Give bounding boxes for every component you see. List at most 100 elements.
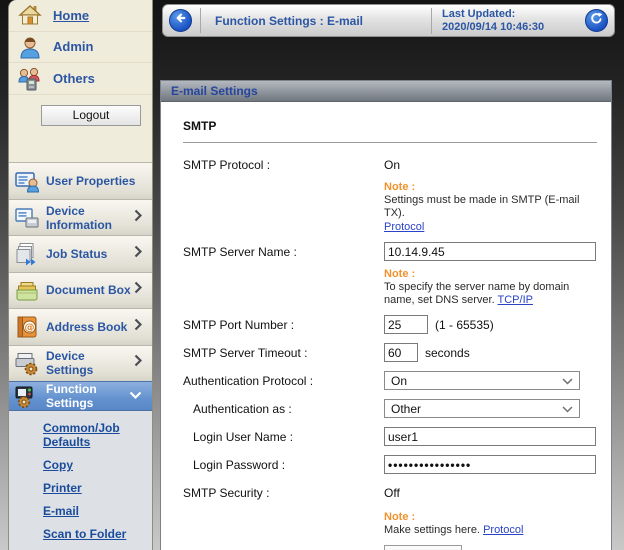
sidebar-item-document-box[interactable]: Document Box <box>9 272 152 308</box>
smtp-section-title: SMTP <box>183 119 597 133</box>
auth-as-select[interactable]: Other <box>384 399 580 418</box>
select-chevron-down-icon <box>562 374 573 388</box>
sidebar: Home Admin Others Logout <box>8 0 153 550</box>
submenu-item-common-job-defaults[interactable]: Common/Job Defaults <box>43 421 148 449</box>
auth-protocol-selected-value: On <box>391 374 407 388</box>
note-text: To specify the server name by domain nam… <box>384 281 569 306</box>
home-link[interactable]: Home <box>53 8 89 23</box>
auth-as-row: Authentication as : Other <box>183 399 597 418</box>
user-properties-icon <box>14 168 40 194</box>
note-title: Note : <box>384 181 597 194</box>
svg-text:@: @ <box>25 322 35 333</box>
others-icon <box>17 66 43 92</box>
login-user-label: Login User Name : <box>183 430 384 444</box>
auth-as-selected-value: Other <box>391 402 421 416</box>
smtp-timeout-unit: seconds <box>425 346 470 360</box>
page-title: Function Settings : E-mail <box>201 14 431 28</box>
top-header-bar: Function Settings : E-mail Last Updated:… <box>162 4 615 37</box>
chevron-right-icon <box>134 245 146 263</box>
chevron-right-icon <box>134 354 146 372</box>
document-box-icon <box>14 277 40 303</box>
last-updated-label: Last Updated: <box>442 8 583 21</box>
smtp-protocol-value: On <box>384 158 400 172</box>
login-user-input[interactable] <box>384 427 596 446</box>
sidebar-item-home[interactable]: Home <box>9 0 152 32</box>
smtp-settings-form: SMTP SMTP Protocol : On Note : Settings … <box>161 102 611 550</box>
refresh-icon <box>589 11 604 31</box>
smtp-security-note: Note : Make settings here. Protocol <box>183 511 597 537</box>
smtp-security-label: SMTP Security : <box>183 486 384 500</box>
logout-button[interactable]: Logout <box>41 105 141 126</box>
protocol-link[interactable]: Protocol <box>384 221 424 234</box>
device-settings-icon <box>14 350 40 376</box>
smtp-port-label: SMTP Port Number : <box>183 318 384 332</box>
smtp-timeout-input[interactable] <box>384 343 418 362</box>
menu-label: Address Book <box>46 320 127 334</box>
note-text: Settings must be made in SMTP (E-mail TX… <box>384 194 579 219</box>
home-icon <box>17 2 43 28</box>
login-user-row: Login User Name : <box>183 427 597 446</box>
smtp-port-range-hint: (1 - 65535) <box>435 318 494 332</box>
back-arrow-icon <box>173 10 189 31</box>
smtp-timeout-row: SMTP Server Timeout : seconds <box>183 343 597 362</box>
sidebar-item-address-book[interactable]: @ Address Book <box>9 308 152 344</box>
note-text: Make settings here. <box>384 524 480 536</box>
sidebar-item-job-status[interactable]: Job Status <box>9 235 152 271</box>
others-link[interactable]: Others <box>53 71 95 86</box>
submenu-item-email[interactable]: E-mail <box>43 504 148 518</box>
smtp-server-name-input[interactable] <box>384 242 596 261</box>
note-title: Note : <box>384 511 597 524</box>
tcpip-link[interactable]: TCP/IP <box>498 294 533 306</box>
login-password-row: Login Password : <box>183 455 597 474</box>
sidebar-item-admin[interactable]: Admin <box>9 32 152 64</box>
menu-label: Document Box <box>46 283 131 297</box>
smtp-server-name-row: SMTP Server Name : <box>183 242 597 261</box>
smtp-server-name-label: SMTP Server Name : <box>183 245 384 259</box>
smtp-security-row: SMTP Security : Off <box>183 483 597 502</box>
login-password-label: Login Password : <box>183 458 384 472</box>
back-button[interactable] <box>169 9 192 32</box>
connection-test-row: Connection Test : Test <box>183 545 597 550</box>
menu-label: User Properties <box>46 174 135 188</box>
admin-link[interactable]: Admin <box>53 39 93 54</box>
menu-label: Job Status <box>46 247 107 261</box>
email-settings-panel: E-mail Settings SMTP SMTP Protocol : On … <box>160 80 612 550</box>
sidebar-item-device-settings[interactable]: Device Settings <box>9 345 152 381</box>
last-updated: Last Updated: 2020/09/14 10:46:30 <box>431 8 583 34</box>
menu-label: Device Settings <box>46 349 134 377</box>
menu-label: Device Information <box>46 204 134 232</box>
submenu-item-scan-to-folder[interactable]: Scan to Folder <box>43 527 148 541</box>
logout-area: Logout <box>9 95 152 134</box>
sidebar-item-others[interactable]: Others <box>9 63 152 95</box>
smtp-protocol-note: Note : Settings must be made in SMTP (E-… <box>183 181 597 234</box>
address-book-icon: @ <box>14 314 40 340</box>
chevron-right-icon <box>134 209 146 227</box>
auth-protocol-row: Authentication Protocol : On <box>183 371 597 390</box>
smtp-protocol-row: SMTP Protocol : On <box>183 155 597 174</box>
menu-label: Function Settings <box>46 382 129 410</box>
sidebar-item-device-information[interactable]: Device Information <box>9 199 152 235</box>
refresh-button[interactable] <box>585 9 608 32</box>
auth-protocol-label: Authentication Protocol : <box>183 374 384 388</box>
function-settings-submenu: Common/Job Defaults Copy Printer E-mail … <box>9 411 152 550</box>
admin-icon <box>17 34 43 60</box>
sidebar-item-function-settings[interactable]: Function Settings <box>9 381 152 411</box>
section-divider <box>183 142 597 143</box>
smtp-port-row: SMTP Port Number : (1 - 65535) <box>183 315 597 334</box>
select-chevron-down-icon <box>562 402 573 416</box>
smtp-timeout-label: SMTP Server Timeout : <box>183 346 384 360</box>
auth-protocol-select[interactable]: On <box>384 371 580 390</box>
panel-title: E-mail Settings <box>161 81 611 102</box>
submenu-item-copy[interactable]: Copy <box>43 458 148 472</box>
smtp-security-value: Off <box>384 486 400 500</box>
sidebar-item-user-properties[interactable]: User Properties <box>9 162 152 198</box>
job-status-icon <box>14 241 40 267</box>
protocol-link[interactable]: Protocol <box>483 524 523 536</box>
submenu-item-printer[interactable]: Printer <box>43 481 148 495</box>
chevron-right-icon <box>134 281 146 299</box>
login-password-input[interactable] <box>384 455 596 474</box>
chevron-down-icon <box>129 387 146 405</box>
smtp-port-input[interactable] <box>384 315 428 334</box>
dns-note: Note : To specify the server name by dom… <box>183 268 597 307</box>
test-button[interactable]: Test <box>384 545 462 550</box>
